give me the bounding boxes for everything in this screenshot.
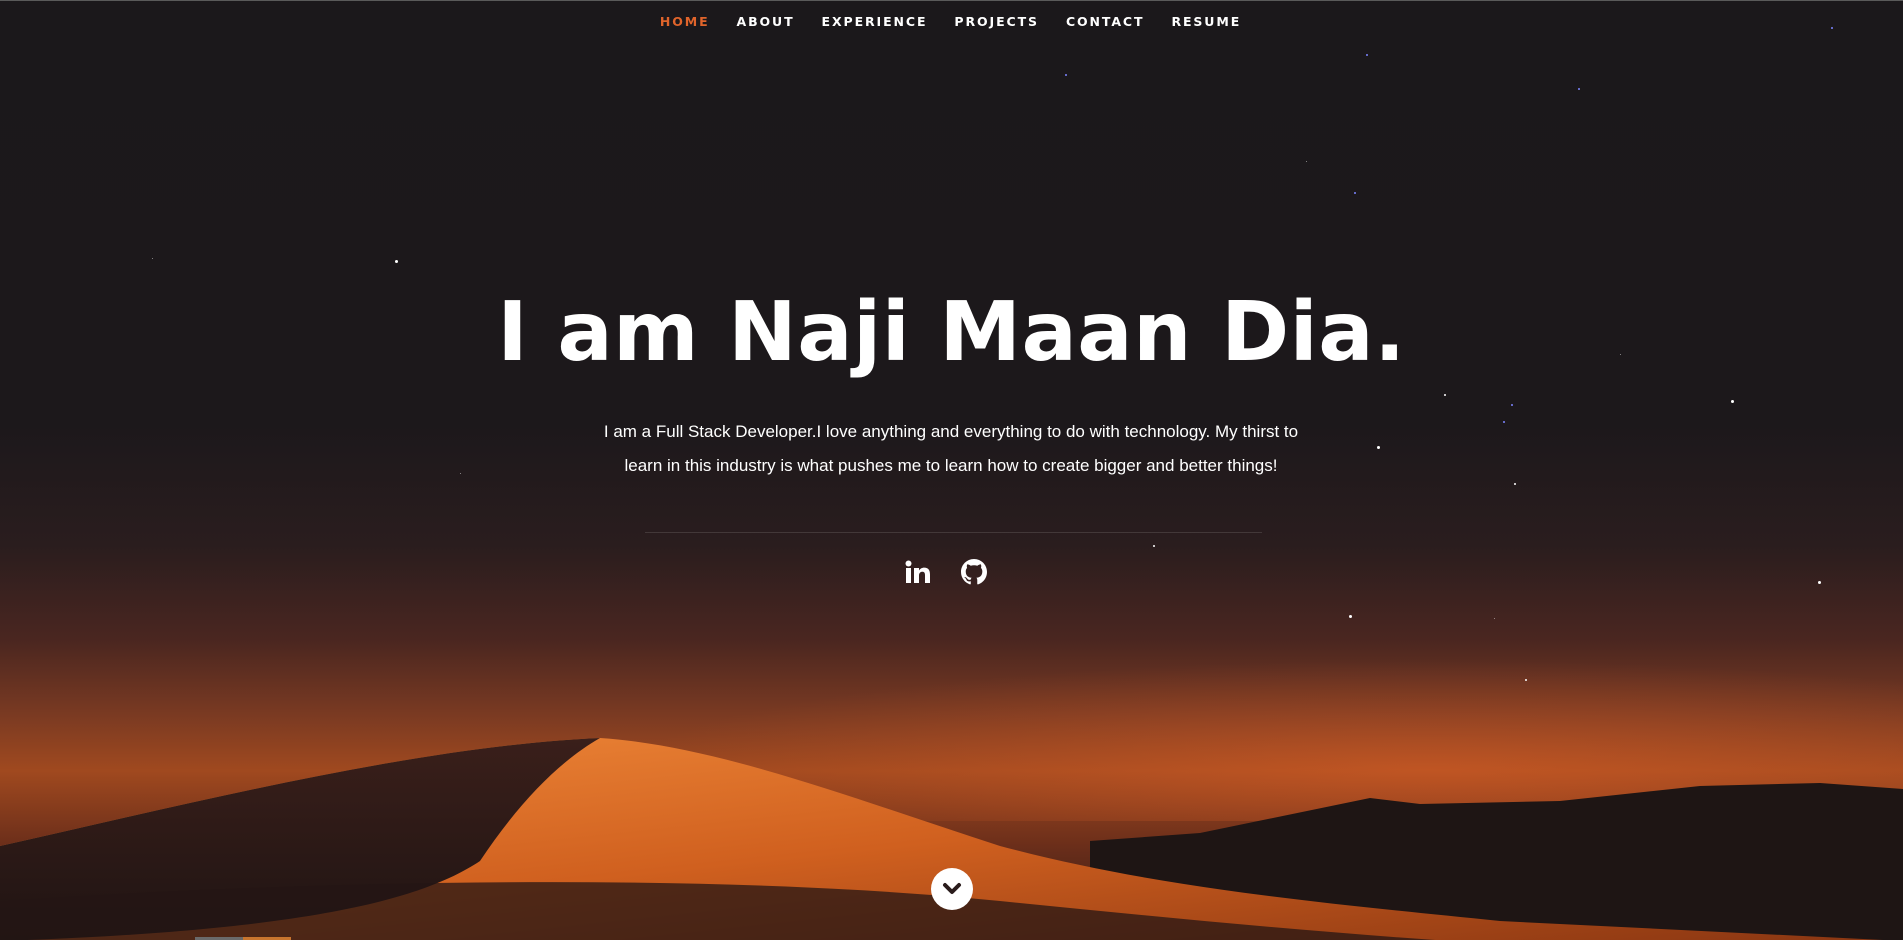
- main-nav: HOME ABOUT EXPERIENCE PROJECTS CONTACT R…: [0, 14, 1902, 29]
- linkedin-icon: [905, 560, 930, 583]
- nav-resume[interactable]: RESUME: [1171, 14, 1241, 29]
- nav-projects[interactable]: PROJECTS: [954, 14, 1039, 29]
- scroll-down-button[interactable]: [931, 868, 973, 910]
- nav-about[interactable]: ABOUT: [737, 14, 795, 29]
- nav-experience[interactable]: EXPERIENCE: [822, 14, 928, 29]
- nav-home[interactable]: HOME: [660, 14, 710, 29]
- divider: [645, 532, 1262, 533]
- chevron-down-icon: [943, 883, 961, 894]
- linkedin-link[interactable]: [904, 558, 932, 586]
- hero-title: I am Naji Maan Dia.: [497, 285, 1406, 380]
- github-link[interactable]: [960, 558, 988, 586]
- social-links: [0, 558, 1897, 586]
- github-icon: [960, 559, 987, 585]
- nav-contact[interactable]: CONTACT: [1066, 14, 1145, 29]
- hero-bio: I am a Full Stack Developer.I love anyth…: [603, 422, 1299, 475]
